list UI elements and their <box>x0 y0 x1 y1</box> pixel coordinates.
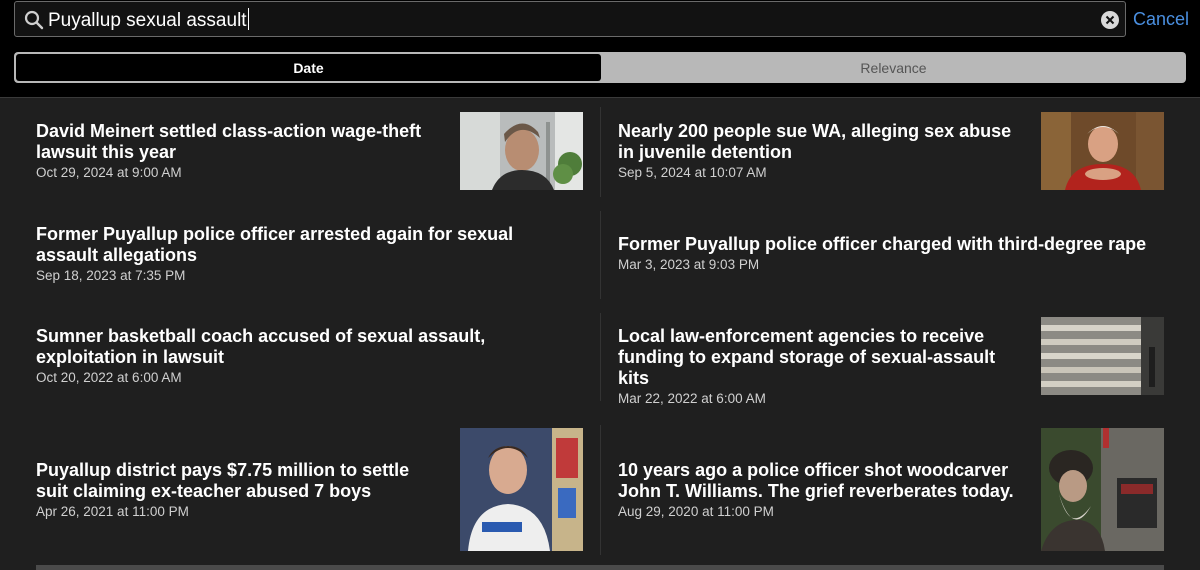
result-date: Aug 29, 2020 at 11:00 PM <box>618 504 774 519</box>
result-thumbnail[interactable] <box>1041 317 1164 395</box>
result-headline[interactable]: Local law-enforcement agencies to receiv… <box>618 326 1028 389</box>
result-card[interactable]: Former Puyallup police officer charged w… <box>618 234 1158 274</box>
result-card[interactable]: David Meinert settled class-action wage-… <box>36 121 446 182</box>
sort-option-relevance[interactable]: Relevance <box>601 52 1186 83</box>
result-card[interactable]: 10 years ago a police officer shot woodc… <box>618 460 1028 521</box>
result-thumbnail[interactable] <box>1041 428 1164 551</box>
text-caret <box>247 8 249 30</box>
search-header: Puyallup sexual assault Cancel Date Rele… <box>0 0 1200 98</box>
result-date: Mar 22, 2022 at 6:00 AM <box>618 391 766 406</box>
result-card[interactable]: Nearly 200 people sue WA, alleging sex a… <box>618 121 1028 182</box>
result-card[interactable]: Puyallup district pays $7.75 million to … <box>36 460 446 521</box>
result-headline[interactable]: Nearly 200 people sue WA, alleging sex a… <box>618 121 1028 163</box>
man-red-shirt-photo <box>1041 112 1164 190</box>
clear-icon[interactable] <box>1100 10 1120 30</box>
column-divider <box>600 313 601 401</box>
result-card[interactable]: Local law-enforcement agencies to receiv… <box>618 326 1028 408</box>
column-divider <box>600 211 601 299</box>
evidence-shelves-photo <box>1041 317 1164 395</box>
column-divider <box>600 425 601 555</box>
search-icon <box>24 10 44 30</box>
result-date: Oct 29, 2024 at 9:00 AM <box>36 165 182 180</box>
sort-option-date[interactable]: Date <box>16 54 601 81</box>
result-headline[interactable]: Puyallup district pays $7.75 million to … <box>36 460 446 502</box>
result-date: Sep 5, 2024 at 10:07 AM <box>618 165 767 180</box>
result-card[interactable]: Sumner basketball coach accused of sexua… <box>36 326 566 387</box>
result-date: Mar 3, 2023 at 9:03 PM <box>618 257 760 272</box>
sort-segmented-control: Date Relevance <box>14 52 1186 83</box>
result-headline[interactable]: Former Puyallup police officer arrested … <box>36 224 556 266</box>
cancel-button[interactable]: Cancel <box>1133 9 1189 29</box>
result-headline[interactable]: Former Puyallup police officer charged w… <box>618 234 1158 255</box>
result-date: Oct 20, 2022 at 6:00 AM <box>36 370 182 385</box>
result-date: Sep 18, 2023 at 7:35 PM <box>36 268 186 283</box>
result-headline[interactable]: 10 years ago a police officer shot woodc… <box>618 460 1028 502</box>
man-portrait-photo <box>460 112 583 190</box>
result-date: Apr 26, 2021 at 11:00 PM <box>36 504 189 519</box>
scroll-indicator[interactable] <box>36 565 1164 570</box>
woodcarver-memorial-photo <box>1041 428 1164 551</box>
result-thumbnail[interactable] <box>460 112 583 190</box>
search-query-text[interactable]: Puyallup sexual assault <box>48 8 249 33</box>
result-thumbnail[interactable] <box>1041 112 1164 190</box>
yearbook-boy-photo <box>460 428 583 551</box>
result-headline[interactable]: Sumner basketball coach accused of sexua… <box>36 326 566 368</box>
result-thumbnail[interactable] <box>460 428 583 551</box>
result-headline[interactable]: David Meinert settled class-action wage-… <box>36 121 446 163</box>
search-input[interactable]: Puyallup sexual assault <box>14 1 1126 37</box>
result-card[interactable]: Former Puyallup police officer arrested … <box>36 224 556 285</box>
column-divider <box>600 107 601 197</box>
